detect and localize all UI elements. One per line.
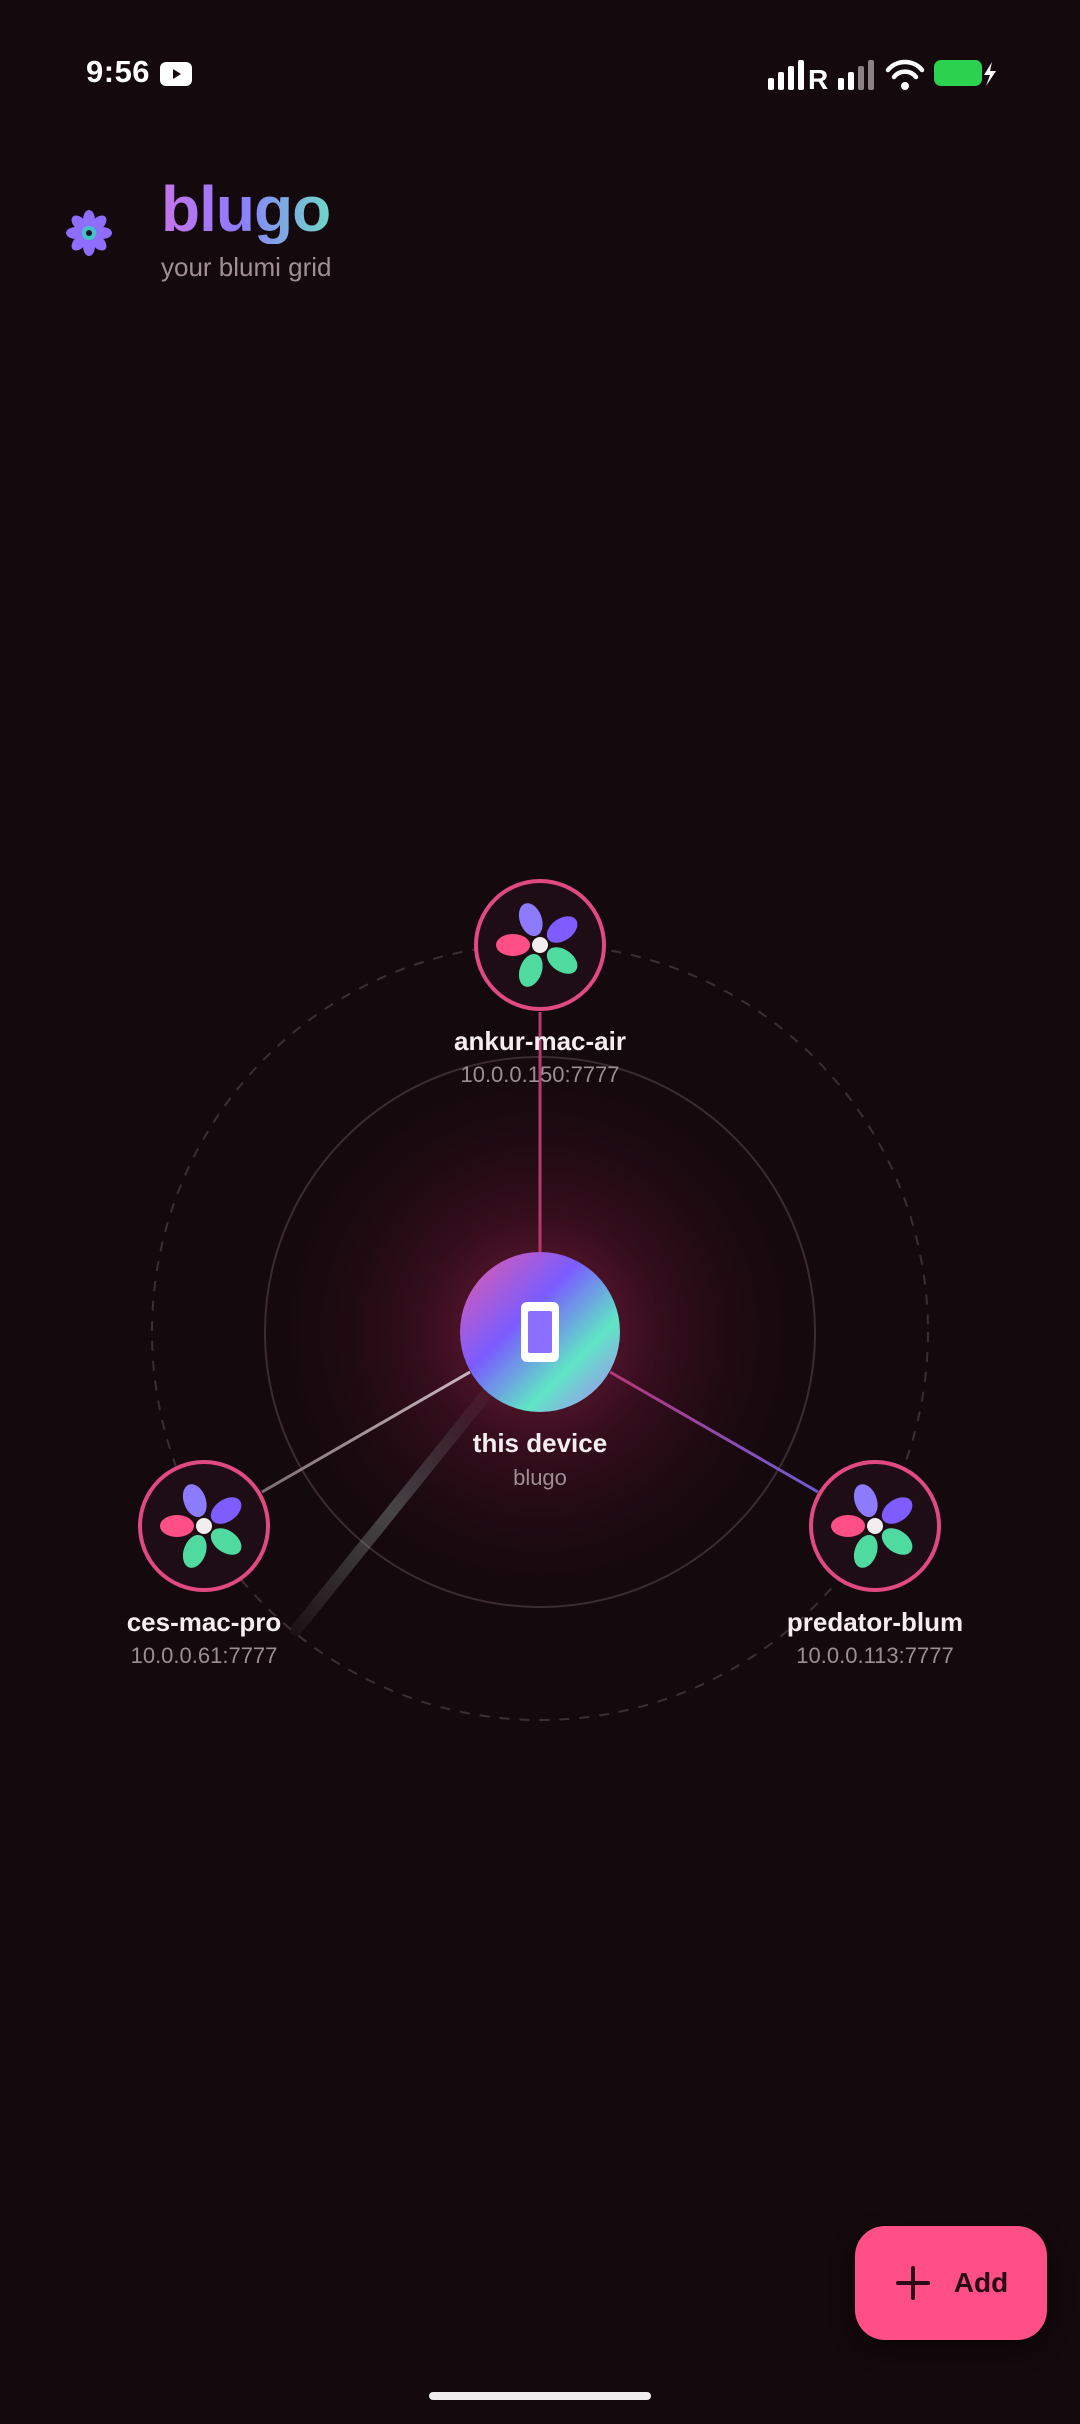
peer-address-predator-blum: 10.0.0.113:7777 — [796, 1643, 954, 1668]
plus-icon — [895, 2266, 930, 2300]
screen: 9:56 R blugo your blumi grid ankur-mac-a… — [0, 0, 1080, 2424]
peer-name-ces-mac-pro: ces-mac-pro — [126, 1607, 282, 1637]
peer-name-predator-blum: predator-blum — [786, 1607, 964, 1637]
center-node[interactable] — [460, 1252, 620, 1412]
peer-node-ces-mac-pro[interactable] — [138, 1460, 270, 1592]
peer-address-ces-mac-pro: 10.0.0.61:7777 — [130, 1643, 278, 1668]
phone-icon — [521, 1302, 559, 1362]
network-graph: ankur-mac-air 10.0.0.150:7777 this devic… — [0, 0, 1080, 2424]
home-indicator[interactable] — [429, 2392, 651, 2400]
peer-node-ankur-mac-air[interactable] — [474, 879, 606, 1011]
peer-address-ankur-mac-air: 10.0.0.150:7777 — [460, 1062, 620, 1087]
add-peer-button[interactable]: Add — [855, 2226, 1047, 2340]
center-node-sub: blugo — [513, 1465, 567, 1490]
peer-name-ankur-mac-air: ankur-mac-air — [454, 1026, 626, 1056]
center-node-name: this device — [472, 1428, 608, 1458]
peer-node-predator-blum[interactable] — [809, 1460, 941, 1592]
add-button-label: Add — [953, 2267, 1009, 2298]
